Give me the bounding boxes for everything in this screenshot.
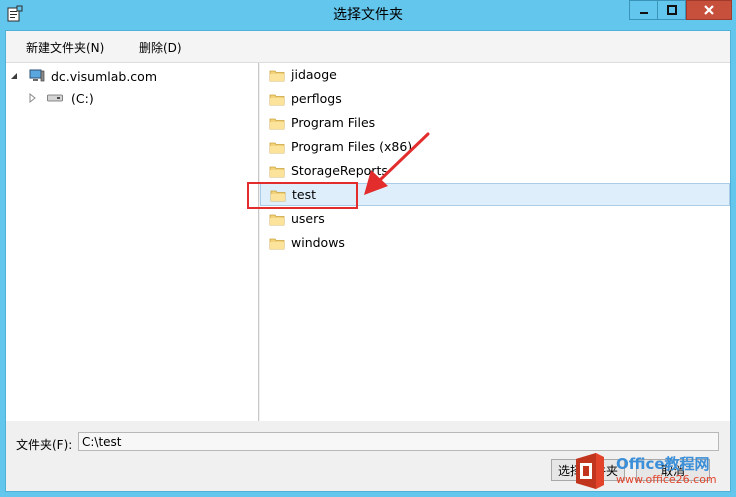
tree-drive-item[interactable]: (C:) — [27, 88, 94, 108]
minimize-icon — [639, 12, 648, 14]
folder-label: StorageReports — [291, 163, 388, 178]
folder-icon — [269, 166, 285, 177]
folder-icon — [269, 238, 285, 249]
folder-label: Program Files — [291, 115, 376, 130]
folder-icon — [269, 118, 285, 129]
folder-label: windows — [291, 235, 345, 250]
list-item[interactable]: users — [260, 207, 730, 230]
list-item[interactable]: jidaoge — [260, 63, 730, 86]
folder-picker-window: 选择文件夹 新建文件夹(N) 删除(D) dc.visumlab.com (C:… — [0, 0, 736, 497]
delete-button[interactable]: 删除(D) — [139, 39, 182, 56]
toolbar: 新建文件夹(N) 删除(D) — [6, 31, 730, 63]
expanded-arrow-icon — [11, 73, 17, 79]
dialog-body: 新建文件夹(N) 删除(D) dc.visumlab.com (C:) jida… — [5, 30, 731, 492]
folder-label: perflogs — [291, 91, 342, 106]
close-icon — [704, 5, 714, 15]
tree-drive-label: (C:) — [71, 90, 94, 106]
folder-field-label: 文件夹(F): — [16, 438, 73, 452]
folder-list-pane[interactable]: jidaoge perflogs Program Files Program F… — [260, 63, 730, 421]
folder-label: Program Files (x86) — [291, 139, 413, 154]
watermark-brand: Office教程网 — [616, 455, 710, 473]
folder-label: jidaoge — [291, 67, 337, 82]
drive-icon — [47, 94, 63, 102]
list-item[interactable]: perflogs — [260, 87, 730, 110]
folder-icon — [269, 70, 285, 81]
minimize-button[interactable] — [629, 0, 658, 20]
folder-label: users — [291, 211, 325, 226]
collapsed-arrow-icon — [29, 93, 36, 103]
computer-icon — [29, 69, 45, 82]
list-item[interactable]: Program Files — [260, 111, 730, 134]
list-item[interactable]: Program Files (x86) — [260, 135, 730, 158]
close-button[interactable] — [686, 0, 732, 20]
list-item[interactable]: windows — [260, 231, 730, 254]
folder-icon — [269, 94, 285, 105]
maximize-icon — [666, 5, 677, 15]
maximize-button[interactable] — [657, 0, 686, 20]
watermark: Office教程网 www.office26.com — [560, 445, 736, 497]
window-title: 选择文件夹 — [333, 7, 403, 23]
folder-icon — [269, 142, 285, 153]
annotation-highlight-box — [247, 182, 358, 209]
list-item[interactable]: StorageReports — [260, 159, 730, 182]
tree-root-label: dc.visumlab.com — [51, 68, 157, 84]
new-folder-button[interactable]: 新建文件夹(N) — [26, 39, 104, 56]
folder-icon — [269, 214, 285, 225]
title-bar[interactable]: 选择文件夹 — [0, 0, 736, 30]
office-logo-icon — [576, 453, 604, 489]
tree-root-item[interactable]: dc.visumlab.com — [9, 66, 157, 86]
watermark-url: www.office26.com — [616, 473, 717, 486]
folder-tree-pane[interactable]: dc.visumlab.com (C:) — [6, 63, 259, 421]
